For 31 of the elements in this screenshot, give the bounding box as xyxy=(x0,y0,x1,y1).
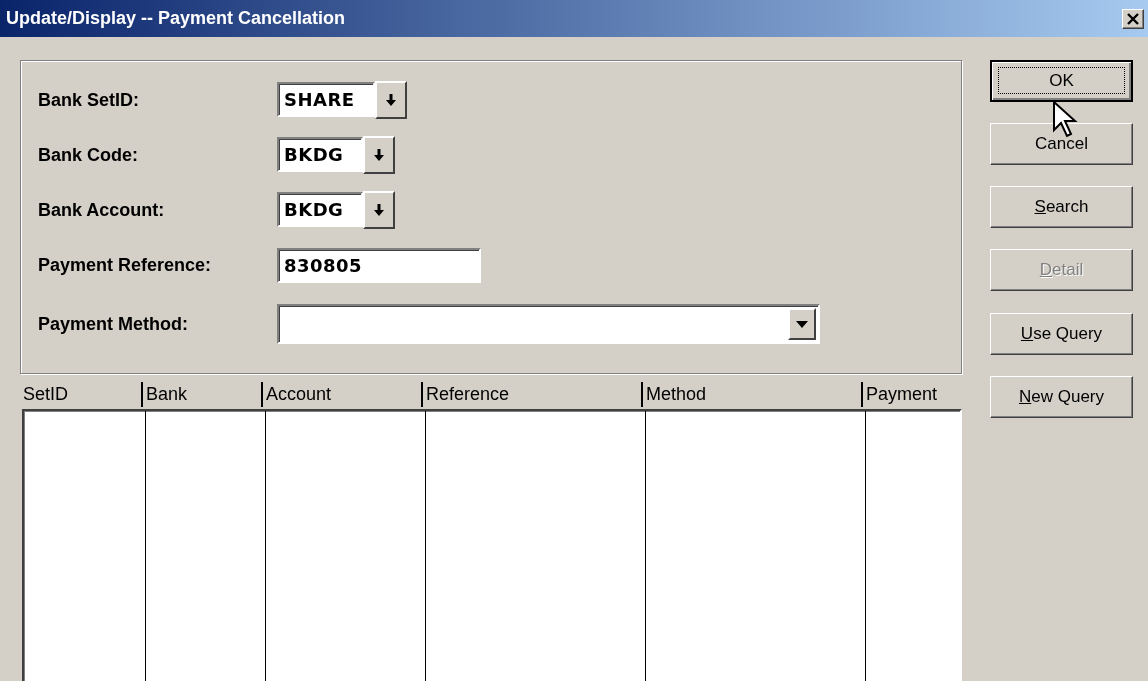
lookup-button[interactable] xyxy=(363,191,396,229)
column-header[interactable]: SetID xyxy=(20,382,141,407)
action-button[interactable]: Search xyxy=(990,186,1133,228)
window-title: Update/Display -- Payment Cancellation xyxy=(6,8,346,29)
field-label: Bank Code: xyxy=(38,145,139,166)
action-button[interactable]: New Query xyxy=(990,376,1133,418)
close-button[interactable] xyxy=(1122,8,1144,29)
input-field[interactable]: 830805 xyxy=(277,248,481,283)
column-header[interactable]: Payment xyxy=(861,382,960,407)
column-header[interactable]: Account xyxy=(261,382,421,407)
close-icon xyxy=(1126,12,1140,25)
field-label: Bank Account: xyxy=(38,200,166,221)
lookup-button[interactable] xyxy=(363,136,396,174)
column-header[interactable]: Reference xyxy=(421,382,641,407)
action-button[interactable]: Use Query xyxy=(990,313,1133,355)
dropdown-field[interactable] xyxy=(277,304,820,344)
dropdown-arrow-icon xyxy=(796,320,808,328)
prompt-field[interactable]: BKDG xyxy=(277,192,364,227)
prompt-field[interactable]: BKDG xyxy=(277,137,364,172)
prompt-field[interactable]: SHARE xyxy=(277,82,375,117)
down-arrow-icon xyxy=(374,149,385,161)
action-button[interactable]: OK xyxy=(990,60,1133,102)
field-label: Payment Reference: xyxy=(38,255,213,276)
field-label: Bank SetID: xyxy=(38,90,141,111)
field-label: Payment Method: xyxy=(38,313,189,335)
down-arrow-icon xyxy=(374,204,385,216)
lookup-button[interactable] xyxy=(374,81,407,119)
column-header[interactable]: Bank xyxy=(141,382,261,407)
down-arrow-icon xyxy=(385,94,396,106)
action-button[interactable]: Cancel xyxy=(990,123,1133,165)
column-header[interactable]: Method xyxy=(641,382,861,407)
